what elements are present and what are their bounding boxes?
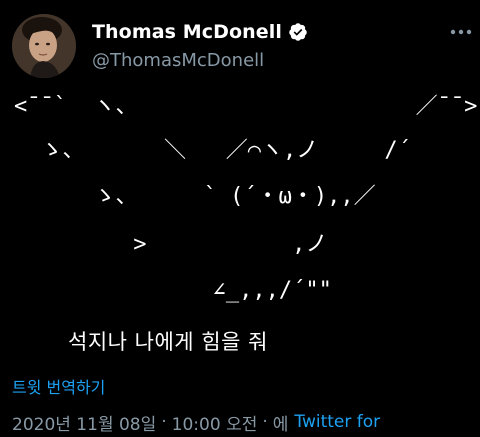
ascii-art-line: <¯¯` ヽ、 ／¯¯>	[14, 94, 478, 119]
tweet: Thomas McDonell @ThomasMcDonell <¯¯` ヽ、 …	[0, 0, 480, 437]
profile-photo	[12, 14, 76, 78]
via-prefix: 에	[272, 414, 289, 435]
tweet-metadata: 2020년 11월 08일 · 10:00 오전 · 에 Twitter for	[12, 410, 380, 435]
tweet-time[interactable]: 10:00 오전	[172, 410, 258, 435]
verified-badge-icon	[288, 22, 308, 42]
tweet-caption: 석지나 나에게 힘을 줘	[68, 330, 268, 354]
author-name-row[interactable]: Thomas McDonell	[92, 18, 308, 46]
ascii-art-line: ∠_,,,/´""	[14, 278, 332, 303]
tweet-ascii-art: <¯¯` ヽ、 ／¯¯> ゝ、 ＼ ／⌒ヽ,ノ /´ ゝ、 ` (´・ω・),,…	[14, 92, 477, 308]
avatar[interactable]	[12, 14, 76, 78]
translate-tweet-link[interactable]: 트윗 번역하기	[12, 374, 105, 398]
more-options-button[interactable]	[448, 22, 474, 42]
tweet-source-link[interactable]: Twitter for	[294, 412, 380, 432]
ascii-art-line: ゝ、 ＼ ／⌒ヽ,ノ /´	[14, 138, 411, 163]
tweet-date[interactable]: 2020년 11월 08일	[12, 410, 156, 435]
ascii-art-line: ゝ、 ` (´・ω・),,／	[14, 184, 376, 209]
author-handle[interactable]: @ThomasMcDonell	[92, 50, 264, 71]
meta-separator: ·	[161, 412, 167, 432]
meta-separator: ·	[262, 412, 268, 432]
ascii-art-line: > ,ノ	[14, 232, 328, 257]
author-display-name[interactable]: Thomas McDonell	[92, 21, 282, 43]
more-options-icon	[450, 29, 472, 35]
